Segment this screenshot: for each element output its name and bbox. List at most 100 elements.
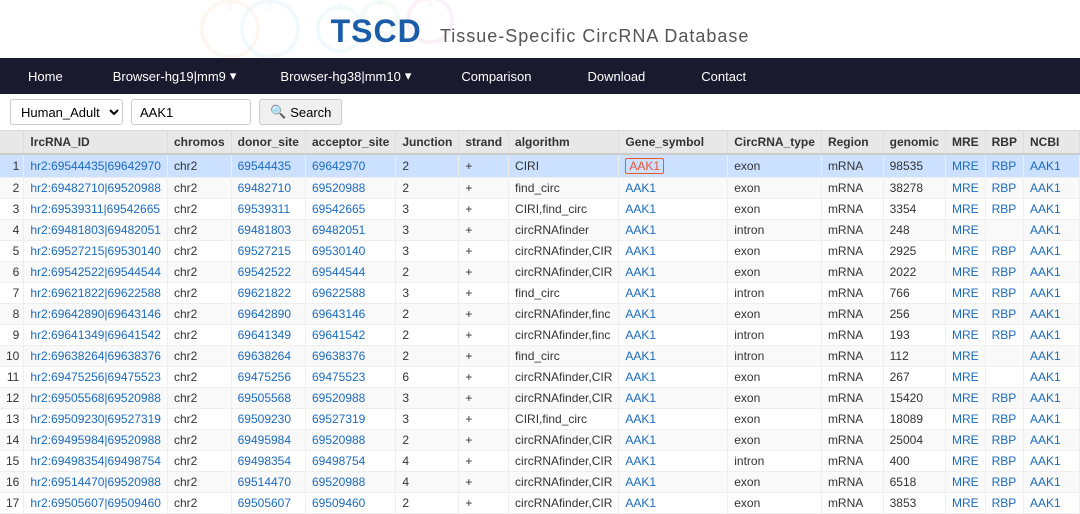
table-row[interactable]: 4hr2:69481803|69482051chr269481803694820… <box>0 220 1080 241</box>
ncbi-cell[interactable]: AAK1 <box>1023 283 1079 304</box>
ncbi-cell[interactable]: AAK1 <box>1023 451 1079 472</box>
ncbi-cell[interactable]: AAK1 <box>1023 325 1079 346</box>
table-row[interactable]: 10hr2:69638264|69638376chr26963826469638… <box>0 346 1080 367</box>
table-row[interactable]: 7hr2:69621822|69622588chr269621822696225… <box>0 283 1080 304</box>
gene-symbol-cell[interactable]: AAK1 <box>619 346 728 367</box>
gene-symbol-cell[interactable]: AAK1 <box>619 367 728 388</box>
ncbi-cell[interactable]: AAK1 <box>1023 199 1079 220</box>
rbp-cell[interactable]: RBP <box>985 199 1023 220</box>
ncbi-cell[interactable]: AAK1 <box>1023 241 1079 262</box>
mre-cell[interactable]: MRE <box>945 367 985 388</box>
rbp-cell[interactable]: RBP <box>985 283 1023 304</box>
rbp-cell[interactable]: RBP <box>985 154 1023 178</box>
ncbi-cell[interactable]: AAK1 <box>1023 430 1079 451</box>
rbp-cell[interactable] <box>985 346 1023 367</box>
mre-cell[interactable]: MRE <box>945 451 985 472</box>
rbp-cell[interactable] <box>985 367 1023 388</box>
nav-download[interactable]: Download <box>559 58 673 94</box>
table-row[interactable]: 1hr2:69544435|69642970chr269544435696429… <box>0 154 1080 178</box>
ncbi-cell[interactable]: AAK1 <box>1023 472 1079 493</box>
lrcrna-id-cell[interactable]: hr2:69642890|69643146 <box>24 304 168 325</box>
lrcrna-id-cell[interactable]: hr2:69544435|69642970 <box>24 154 168 178</box>
mre-cell[interactable]: MRE <box>945 304 985 325</box>
ncbi-cell[interactable]: AAK1 <box>1023 178 1079 199</box>
table-row[interactable]: 17hr2:69505607|69509460chr26950560769509… <box>0 493 1080 514</box>
table-row[interactable]: 11hr2:69475256|69475523chr26947525669475… <box>0 367 1080 388</box>
gene-symbol-cell[interactable]: AAK1 <box>619 154 728 178</box>
rbp-cell[interactable]: RBP <box>985 493 1023 514</box>
table-row[interactable]: 3hr2:69539311|69542665chr269539311695426… <box>0 199 1080 220</box>
nav-browser-hg19[interactable]: Browser-hg19|mm9 ▾ <box>91 58 259 94</box>
mre-cell[interactable]: MRE <box>945 346 985 367</box>
lrcrna-id-cell[interactable]: hr2:69481803|69482051 <box>24 220 168 241</box>
table-row[interactable]: 9hr2:69641349|69641542chr269641349696415… <box>0 325 1080 346</box>
lrcrna-id-cell[interactable]: hr2:69509230|69527319 <box>24 409 168 430</box>
gene-symbol-cell[interactable]: AAK1 <box>619 388 728 409</box>
lrcrna-id-cell[interactable]: hr2:69621822|69622588 <box>24 283 168 304</box>
mre-cell[interactable]: MRE <box>945 409 985 430</box>
mre-cell[interactable]: MRE <box>945 199 985 220</box>
rbp-cell[interactable]: RBP <box>985 262 1023 283</box>
data-table-container[interactable]: lrcRNA_ID chromos donor_site acceptor_si… <box>0 131 1080 514</box>
nav-home[interactable]: Home <box>0 58 91 94</box>
table-row[interactable]: 16hr2:69514470|69520988chr26951447069520… <box>0 472 1080 493</box>
lrcrna-id-cell[interactable]: hr2:69638264|69638376 <box>24 346 168 367</box>
mre-cell[interactable]: MRE <box>945 241 985 262</box>
gene-symbol-cell[interactable]: AAK1 <box>619 283 728 304</box>
gene-symbol-cell[interactable]: AAK1 <box>619 241 728 262</box>
search-input[interactable] <box>131 99 251 125</box>
gene-symbol-cell[interactable]: AAK1 <box>619 472 728 493</box>
rbp-cell[interactable]: RBP <box>985 430 1023 451</box>
mre-cell[interactable]: MRE <box>945 493 985 514</box>
table-row[interactable]: 14hr2:69495984|69520988chr26949598469520… <box>0 430 1080 451</box>
mre-cell[interactable]: MRE <box>945 472 985 493</box>
gene-symbol-cell[interactable]: AAK1 <box>619 409 728 430</box>
nav-comparison[interactable]: Comparison <box>433 58 559 94</box>
lrcrna-id-cell[interactable]: hr2:69542522|69544544 <box>24 262 168 283</box>
table-row[interactable]: 5hr2:69527215|69530140chr269527215695301… <box>0 241 1080 262</box>
table-row[interactable]: 13hr2:69509230|69527319chr26950923069527… <box>0 409 1080 430</box>
lrcrna-id-cell[interactable]: hr2:69641349|69641542 <box>24 325 168 346</box>
mre-cell[interactable]: MRE <box>945 430 985 451</box>
lrcrna-id-cell[interactable]: hr2:69495984|69520988 <box>24 430 168 451</box>
nav-contact[interactable]: Contact <box>673 58 774 94</box>
table-row[interactable]: 15hr2:69498354|69498754chr26949835469498… <box>0 451 1080 472</box>
gene-symbol-cell[interactable]: AAK1 <box>619 304 728 325</box>
ncbi-cell[interactable]: AAK1 <box>1023 304 1079 325</box>
table-row[interactable]: 12hr2:69505568|69520988chr26950556869520… <box>0 388 1080 409</box>
gene-symbol-cell[interactable]: AAK1 <box>619 178 728 199</box>
ncbi-cell[interactable]: AAK1 <box>1023 493 1079 514</box>
lrcrna-id-cell[interactable]: hr2:69514470|69520988 <box>24 472 168 493</box>
mre-cell[interactable]: MRE <box>945 325 985 346</box>
rbp-cell[interactable]: RBP <box>985 304 1023 325</box>
ncbi-cell[interactable]: AAK1 <box>1023 367 1079 388</box>
mre-cell[interactable]: MRE <box>945 154 985 178</box>
ncbi-cell[interactable]: AAK1 <box>1023 409 1079 430</box>
rbp-cell[interactable]: RBP <box>985 409 1023 430</box>
mre-cell[interactable]: MRE <box>945 283 985 304</box>
ncbi-cell[interactable]: AAK1 <box>1023 262 1079 283</box>
gene-symbol-cell[interactable]: AAK1 <box>619 220 728 241</box>
table-row[interactable]: 8hr2:69642890|69643146chr269642890696431… <box>0 304 1080 325</box>
ncbi-cell[interactable]: AAK1 <box>1023 220 1079 241</box>
gene-symbol-cell[interactable]: AAK1 <box>619 262 728 283</box>
search-button[interactable]: 🔍 Search <box>259 99 342 125</box>
gene-symbol-cell[interactable]: AAK1 <box>619 430 728 451</box>
lrcrna-id-cell[interactable]: hr2:69505568|69520988 <box>24 388 168 409</box>
mre-cell[interactable]: MRE <box>945 178 985 199</box>
lrcrna-id-cell[interactable]: hr2:69498354|69498754 <box>24 451 168 472</box>
rbp-cell[interactable]: RBP <box>985 241 1023 262</box>
rbp-cell[interactable]: RBP <box>985 472 1023 493</box>
gene-symbol-cell[interactable]: AAK1 <box>619 493 728 514</box>
rbp-cell[interactable] <box>985 220 1023 241</box>
lrcrna-id-cell[interactable]: hr2:69505607|69509460 <box>24 493 168 514</box>
ncbi-cell[interactable]: AAK1 <box>1023 388 1079 409</box>
ncbi-cell[interactable]: AAK1 <box>1023 346 1079 367</box>
rbp-cell[interactable]: RBP <box>985 178 1023 199</box>
gene-symbol-cell[interactable]: AAK1 <box>619 451 728 472</box>
nav-browser-hg38[interactable]: Browser-hg38|mm10 ▾ <box>258 58 433 94</box>
ncbi-cell[interactable]: AAK1 <box>1023 154 1079 178</box>
rbp-cell[interactable]: RBP <box>985 388 1023 409</box>
table-row[interactable]: 6hr2:69542522|69544544chr269542522695445… <box>0 262 1080 283</box>
lrcrna-id-cell[interactable]: hr2:69482710|69520988 <box>24 178 168 199</box>
